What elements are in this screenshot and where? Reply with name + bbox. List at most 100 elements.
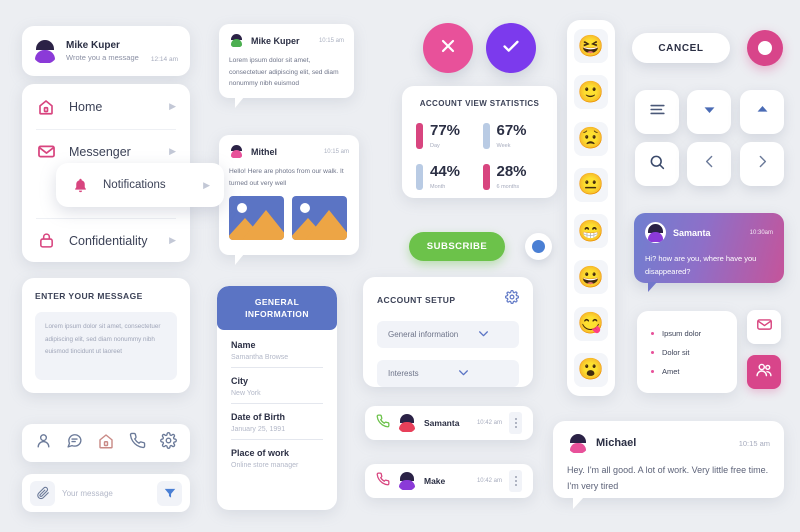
emoji-item[interactable]: 🙂 <box>574 75 608 110</box>
sort-descending-button[interactable] <box>687 90 731 134</box>
message-input-field[interactable]: Your message <box>62 489 150 498</box>
chat-time: 10:30am <box>749 229 773 236</box>
message-text: Hello! Here are photos from our walk. It… <box>229 168 344 187</box>
accordion-interests[interactable]: Interests <box>377 360 519 387</box>
sidebar-item-home[interactable]: Home ▶ <box>22 84 190 129</box>
message-sender: Mithel <box>251 146 277 157</box>
stat-value: 28% <box>496 163 527 180</box>
list-item-label: Amet <box>662 367 680 376</box>
sidebar-item-label: Confidentiality <box>69 233 148 248</box>
sidebar-item-label: Messenger <box>69 144 131 159</box>
chat-icon[interactable] <box>66 432 83 454</box>
bullet-list-card: Ipsum dolor Dolor sit Amet <box>637 311 737 393</box>
message-bubble-michael: Michael 10:15 am Hey. I'm all good. A lo… <box>553 421 784 509</box>
sort-ascending-button[interactable] <box>740 90 784 134</box>
accordion-general-information[interactable]: General information <box>377 321 519 348</box>
enter-message-card: ENTER YOUR MESSAGE Lorem ipsum dolor sit… <box>22 278 190 393</box>
emoji-item[interactable]: 😋 <box>574 306 608 341</box>
search-button[interactable] <box>635 142 679 186</box>
menu-icon <box>648 100 667 124</box>
list-item[interactable]: Dolor sit <box>651 343 723 362</box>
bubble-tail <box>235 254 244 265</box>
stat-value: 44% <box>430 163 461 180</box>
record-icon <box>758 41 772 55</box>
paperclip-icon[interactable] <box>30 480 55 506</box>
chevron-right-icon: ▶ <box>169 101 176 111</box>
chevron-down-icon <box>457 366 508 381</box>
ui-kit-canvas: Mike Kuper Wrote you a message 12:14 am … <box>0 0 800 532</box>
emoji-item[interactable]: 😟 <box>574 121 608 156</box>
record-button[interactable] <box>747 30 783 66</box>
menu-button[interactable] <box>635 90 679 134</box>
bubble-tail <box>235 97 244 108</box>
bullet-icon <box>651 351 654 354</box>
phone-icon[interactable] <box>129 432 146 454</box>
stat-label: Week <box>496 143 511 149</box>
field-value[interactable]: Online store manager <box>231 462 323 469</box>
mail-icon <box>756 316 773 338</box>
emoji-item[interactable]: 😐 <box>574 167 608 202</box>
next-button[interactable] <box>740 142 784 186</box>
list-item[interactable]: Amet <box>651 362 723 381</box>
radio-toggle[interactable] <box>525 233 552 260</box>
contact-time: 10:42 am <box>476 420 502 426</box>
users-button[interactable] <box>747 355 781 389</box>
chevron-right-icon <box>754 153 771 175</box>
chevron-left-icon <box>701 153 718 175</box>
contact-row[interactable]: Samanta 10:42 am <box>365 406 533 440</box>
message-text: Hey. I'm all good. A lot of work. Very l… <box>567 465 769 492</box>
gear-icon[interactable] <box>160 432 177 454</box>
message-textarea[interactable]: Lorem ipsum dolor sit amet, consectetuer… <box>35 312 177 380</box>
notification-name: Mike Kuper <box>66 40 120 51</box>
field-value[interactable]: January 25, 1991 <box>231 426 323 433</box>
account-setup-card: ACCOUNT SETUP General information Intere… <box>363 277 533 387</box>
emoji-item[interactable]: 😮 <box>574 352 608 387</box>
stats-title: ACCOUNT VIEW STATISTICS <box>419 99 540 108</box>
notification-card[interactable]: Mike Kuper Wrote you a message 12:14 am <box>22 26 190 76</box>
emoji-item[interactable]: 😀 <box>574 260 608 295</box>
bubble-tail <box>648 282 657 292</box>
list-item[interactable]: Ipsum dolor <box>651 324 723 343</box>
phone-decline-icon[interactable] <box>376 472 390 491</box>
field-label: Name <box>231 340 256 350</box>
more-options-icon[interactable] <box>509 470 522 492</box>
field-value[interactable]: Samantha Browse <box>231 354 323 361</box>
sidebar-item-notifications[interactable]: Notifications ▶ <box>56 163 224 207</box>
mail-button[interactable] <box>747 310 781 344</box>
avatar <box>397 471 417 491</box>
avatar <box>32 38 58 64</box>
contact-row[interactable]: Make 10:42 am <box>365 464 533 498</box>
accordion-label: General information <box>388 330 459 339</box>
sidebar-item-confidentiality[interactable]: Confidentiality ▶ <box>22 218 190 263</box>
home-icon[interactable] <box>97 432 115 455</box>
close-button[interactable] <box>423 23 473 73</box>
account-setup-title: ACCOUNT SETUP <box>377 294 456 305</box>
avatar <box>229 33 244 48</box>
avatar <box>397 413 417 433</box>
emoji-item[interactable]: 😁 <box>574 214 608 249</box>
stat-bar <box>416 123 423 149</box>
previous-button[interactable] <box>687 142 731 186</box>
contact-time: 10:42 am <box>476 478 502 484</box>
emoji-item[interactable]: 😆 <box>574 29 608 63</box>
cancel-button[interactable]: CANCEL <box>632 33 730 63</box>
send-icon[interactable] <box>157 480 182 506</box>
photo-thumbnail[interactable] <box>292 196 347 241</box>
gear-icon[interactable] <box>505 290 519 309</box>
subscribe-button[interactable]: SUBSCRIBE <box>409 232 505 261</box>
icon-toolbar <box>22 424 190 462</box>
list-item-label: Dolor sit <box>662 348 690 357</box>
field-value[interactable]: New York <box>231 390 323 397</box>
user-icon[interactable] <box>35 432 52 454</box>
caret-up-icon <box>754 101 771 123</box>
avatar <box>567 432 589 454</box>
more-options-icon[interactable] <box>509 412 522 434</box>
account-view-statistics-card: ACCOUNT VIEW STATISTICS 77% Day 67% Week… <box>402 86 557 198</box>
info-field: Name Samantha Browse <box>231 340 323 368</box>
photo-thumbnail[interactable] <box>229 196 284 241</box>
sidebar-item-label: Notifications <box>103 179 166 191</box>
phone-answer-icon[interactable] <box>376 414 390 433</box>
lock-icon <box>36 231 56 251</box>
confirm-button[interactable] <box>486 23 536 73</box>
caret-down-icon <box>701 101 718 123</box>
